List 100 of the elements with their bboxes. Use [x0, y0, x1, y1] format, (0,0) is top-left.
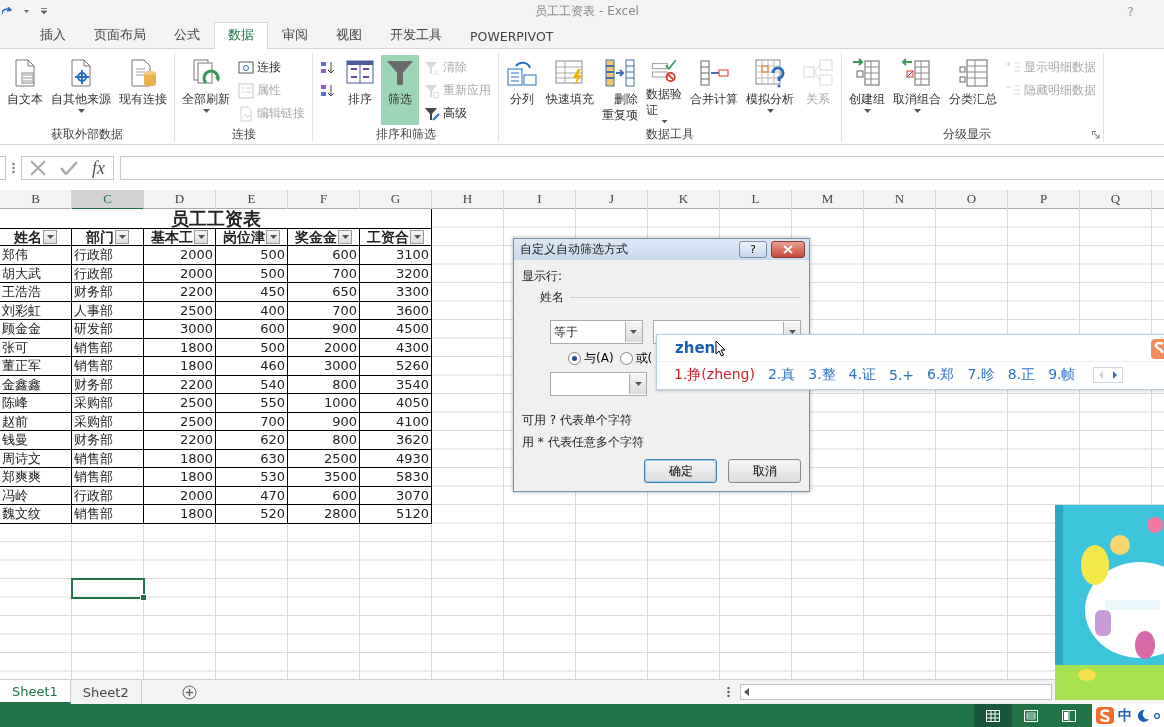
insert-function-button[interactable]: fx — [92, 157, 105, 179]
ribbon-button[interactable]: 自文本 — [4, 55, 46, 125]
help-button[interactable]: ? — [739, 241, 767, 258]
table-cell: 550 — [216, 394, 288, 413]
table-title: 员工工资表 — [0, 209, 432, 228]
table-cell: 郑伟 — [0, 246, 72, 265]
ribbon-tab[interactable]: 页面布局 — [80, 22, 160, 49]
ribbon-button[interactable]: 分类汇总 — [946, 55, 1000, 125]
dialog-button[interactable]: 取消 — [728, 459, 801, 483]
ribbon-button[interactable]: 筛选 — [381, 55, 419, 125]
ribbon-button[interactable]: 自其他来源 — [48, 55, 114, 125]
column-heading: 部门 — [86, 228, 114, 246]
table-cell: 500 — [216, 246, 288, 265]
table-cell: 3620 — [360, 431, 432, 450]
table-cell: 董正军 — [0, 357, 72, 376]
table-cell: 2000 — [144, 246, 216, 265]
table-cell: 顾金金 — [0, 320, 72, 339]
table-cell: 3300 — [360, 283, 432, 302]
table-cell: 2200 — [144, 283, 216, 302]
radio-button[interactable]: 与(A) — [568, 350, 614, 366]
column-heading: 岗位津 — [223, 228, 265, 246]
ribbon-button[interactable]: 数据验证 — [643, 55, 685, 125]
ribbon-tab[interactable]: 开发工具 — [376, 22, 456, 49]
table-cell: 钱曼 — [0, 431, 72, 450]
ribbon-button[interactable]: 现有连接 — [116, 55, 170, 125]
ribbon-button[interactable]: 全部刷新 — [179, 55, 233, 125]
table-cell: 郑爽爽 — [0, 468, 72, 487]
table-cell: 5120 — [360, 505, 432, 524]
ribbon-tab[interactable]: 数据 — [214, 22, 268, 49]
table-cell: 450 — [216, 283, 288, 302]
table-cell: 销售部 — [72, 357, 144, 376]
column-header[interactable]: O — [936, 190, 1008, 210]
column-header[interactable]: K — [648, 190, 720, 210]
table-cell: 4050 — [360, 394, 432, 413]
ribbon-button[interactable]: 取消组合 — [890, 55, 944, 125]
ribbon-tab[interactable]: 视图 — [322, 22, 376, 49]
column-header[interactable]: Q — [1080, 190, 1152, 210]
table-cell: 5260 — [360, 357, 432, 376]
candidate[interactable]: 4.证 — [848, 366, 876, 384]
group-label: 获取外部数据 — [50, 126, 124, 142]
table-cell: 520 — [216, 505, 288, 524]
column-header[interactable]: I — [504, 190, 576, 210]
table-cell: 4500 — [360, 320, 432, 339]
candidate[interactable]: 9.帧 — [1048, 366, 1076, 384]
ribbon-button[interactable]: 模拟分析 — [743, 55, 797, 125]
candidate[interactable]: 1.挣(zheng) — [674, 366, 755, 384]
column-header[interactable]: P — [1008, 190, 1080, 210]
table-cell: 财务部 — [72, 431, 144, 450]
table-cell: 1800 — [144, 505, 216, 524]
group-label: 连接 — [230, 126, 257, 142]
composition-text: zhen — [675, 339, 716, 357]
table-cell: 1800 — [144, 357, 216, 376]
candidate[interactable]: 2.真 — [767, 366, 796, 384]
radio-button[interactable]: 或( — [619, 350, 653, 366]
input-mode[interactable]: 中 — [1118, 706, 1132, 725]
hint-text: 可用 ? 代表单个字符 — [522, 412, 633, 429]
candidate[interactable]: 6.郑 — [927, 366, 955, 384]
table-cell: 财务部 — [72, 283, 144, 302]
table-cell: 650 — [288, 283, 360, 302]
table-cell: 530 — [216, 468, 288, 487]
table-cell: 800 — [288, 431, 360, 450]
table-cell: 行政部 — [72, 246, 144, 265]
table-cell: 2500 — [144, 394, 216, 413]
column-header[interactable]: C — [72, 190, 144, 210]
ribbon-button[interactable]: 连接 — [235, 57, 308, 78]
column-header[interactable]: H — [432, 190, 504, 210]
ribbon-tab[interactable]: 插入 — [26, 22, 80, 49]
sheet-tab[interactable]: Sheet1 — [0, 680, 71, 704]
ribbon-button[interactable]: 合并计算 — [687, 55, 741, 125]
column-header[interactable]: J — [576, 190, 648, 210]
table-cell: 采购部 — [72, 394, 144, 413]
column-heading: 奖金金 — [295, 228, 337, 246]
candidate[interactable]: 5.+ — [888, 367, 915, 383]
candidate[interactable]: 8.正 — [1007, 366, 1036, 384]
dialog-button[interactable]: 确定 — [644, 459, 717, 483]
ribbon-button[interactable]: 高级 — [421, 103, 494, 124]
group-label: 数据工具 — [645, 126, 695, 142]
ribbon-button[interactable]: 创建组 — [846, 55, 888, 125]
table-cell: 900 — [288, 320, 360, 339]
table-cell: 3000 — [144, 320, 216, 339]
table-cell: 陈峰 — [0, 394, 72, 413]
column-header[interactable]: L — [720, 190, 792, 210]
dropdown-field[interactable]: 等于 — [550, 320, 643, 344]
ribbon-tab[interactable]: POWERPIVOT — [456, 24, 568, 49]
ribbon-tab[interactable]: 公式 — [160, 22, 214, 49]
ribbon-tab[interactable]: 审阅 — [268, 22, 322, 49]
ribbon-button[interactable]: 分列 — [503, 55, 541, 125]
table-cell: 600 — [216, 320, 288, 339]
window-title: 员工工资表 - Excel — [534, 2, 640, 20]
ribbon-button[interactable]: 快速填充 — [543, 55, 597, 125]
column-header[interactable]: M — [792, 190, 864, 210]
field-label: 姓名 — [540, 289, 564, 306]
column-header[interactable]: N — [864, 190, 936, 210]
ribbon-button[interactable]: 排序 — [341, 55, 379, 125]
candidate[interactable]: 7.昣 — [967, 366, 995, 384]
ribbon-button[interactable]: 删除重复项 — [599, 55, 641, 125]
table-cell: 研发部 — [72, 320, 144, 339]
table-cell: 1800 — [144, 468, 216, 487]
show-rows-label: 显示行: — [522, 268, 564, 285]
candidate[interactable]: 3.整 — [808, 366, 836, 384]
